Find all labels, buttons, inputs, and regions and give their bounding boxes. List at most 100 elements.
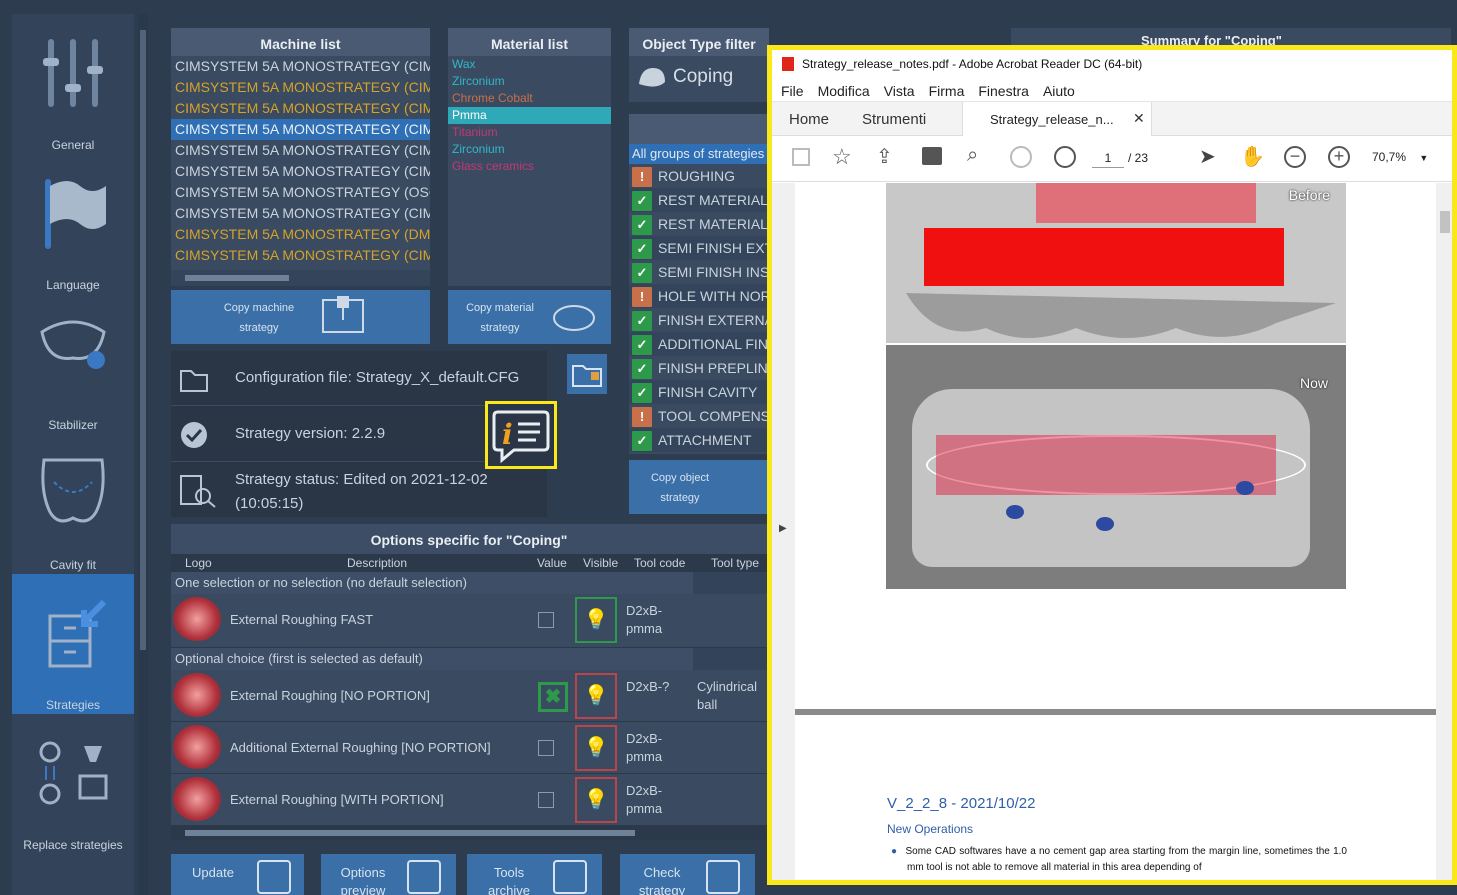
hand-icon[interactable]: ✋ [1240, 144, 1265, 169]
copy-object-strategy-button[interactable]: Copy object strategy [629, 460, 769, 514]
bottom-button[interactable]: Options preview [321, 854, 456, 895]
bottom-button[interactable]: Tools archive [467, 854, 602, 895]
bottom-button[interactable]: Update [171, 854, 304, 895]
machine-list-item[interactable]: CIMSYSTEM 5A MONOSTRATEGY (DM [171, 224, 430, 245]
tab-tools[interactable]: Strumenti [862, 111, 926, 128]
groups-panel: All groups of strategies ! ROUGHING ✓ REST … [629, 114, 769, 454]
group-item[interactable]: ✓ ADDITIONAL FINI [629, 332, 769, 356]
group-item[interactable]: ✓ FINISH CAVITY [629, 380, 769, 404]
menu-item[interactable]: Modifica [818, 78, 870, 104]
machine-list-item[interactable]: CIMSYSTEM 5A MONOSTRATEGY (CIM [171, 161, 430, 182]
config-file-text: Configuration file: Strategy_X_default.C… [235, 369, 520, 386]
zoom-search-icon[interactable]: ⌕ [967, 144, 978, 167]
menu-item[interactable]: File [781, 78, 804, 104]
visibility-bulb-icon[interactable]: 💡 [575, 597, 617, 643]
tab-home[interactable]: Home [789, 111, 829, 128]
cavity-icon [41, 458, 105, 523]
machine-list-item[interactable]: CIMSYSTEM 5A MONOSTRATEGY (CIM [171, 203, 430, 224]
visibility-bulb-icon[interactable]: 💡 [575, 777, 617, 823]
zoom-in-icon[interactable]: + [1328, 146, 1350, 168]
machine-list-item[interactable]: CIMSYSTEM 5A MONOSTRATEGY (CIM [171, 77, 430, 98]
next-page-icon[interactable] [1054, 146, 1076, 168]
group-item[interactable]: ✓ ATTACHMENT [629, 428, 769, 452]
group-item[interactable]: ! ROUGHING [629, 164, 769, 188]
option-row[interactable]: External Roughing FAST 💡 D2xB-pmma [171, 594, 767, 648]
option-row[interactable]: External Roughing [WITH PORTION] 💡 D2xB-pm… [171, 774, 767, 826]
group-item[interactable]: ! HOLE WITH NORI [629, 284, 769, 308]
material-list-item[interactable]: Titanium [448, 124, 611, 141]
prev-page-icon[interactable] [1010, 146, 1032, 168]
acrobat-menubar: File Modifica Vista Firma Finestra Aiuto [772, 78, 1452, 102]
visibility-bulb-icon[interactable]: 💡 [575, 725, 617, 771]
machine-list-item[interactable]: CIMSYSTEM 5A MONOSTRATEGY (CIM [171, 140, 430, 161]
option-row[interactable]: External Roughing [NO PORTION] ✖ 💡 D2xB-? Cy… [171, 670, 767, 722]
group-item[interactable]: ✓ FINISH EXTERNAL [629, 308, 769, 332]
star-icon[interactable]: ☆ [832, 144, 852, 170]
document-viewport[interactable]: ▶ Before Now V_2_2_8 - 2021/10/22 New Op… [772, 183, 1452, 880]
option-row[interactable]: Additional External Roughing [NO PORTION… [171, 722, 767, 774]
group-item[interactable]: ! TOOL COMPENSA [629, 404, 769, 428]
close-tab-icon[interactable]: ✕ [1133, 110, 1145, 127]
checked-box-icon[interactable]: ✖ [538, 682, 568, 712]
menu-item[interactable]: Vista [884, 78, 915, 104]
zoom-select[interactable]: 70,7% ▼ [1372, 150, 1432, 164]
options-hscroll[interactable] [171, 826, 767, 840]
left-nav-pane[interactable]: ▶ [772, 183, 795, 880]
zoom-out-icon[interactable]: − [1284, 146, 1306, 168]
checkbox[interactable] [538, 792, 554, 808]
before-image: Before [886, 183, 1346, 343]
machine-list-item[interactable]: CIMSYSTEM 5A MONOSTRATEGY (CIM [171, 119, 430, 140]
checkbox[interactable] [538, 612, 554, 628]
material-list-item[interactable]: Zirconium [448, 141, 611, 158]
material-list-item[interactable]: Pmma [448, 107, 611, 124]
acrobat-window[interactable]: Strategy_release_notes.pdf - Adobe Acrob… [767, 45, 1457, 885]
machine-list-item[interactable]: CIMSYSTEM 5A MONOSTRATEGY (CIM [171, 98, 430, 119]
before-label: Before [1288, 187, 1330, 203]
release-notes-button[interactable]: i [485, 401, 557, 469]
group-item[interactable]: ✓ SEMI FINISH EXTE [629, 236, 769, 260]
copy-machine-strategy-button[interactable]: Copy machine strategy [171, 290, 430, 344]
group-item[interactable]: ✓ REST MATERIAL IN [629, 212, 769, 236]
upload-icon[interactable]: ⇪ [876, 144, 893, 169]
bottom-button[interactable]: Check strategy [620, 854, 755, 895]
group-item[interactable]: ✓ REST MATERIAL E [629, 188, 769, 212]
button-icon [553, 860, 587, 894]
expand-icon: ▶ [779, 523, 787, 534]
sidebar-scrollbar[interactable] [138, 14, 148, 895]
tool-thumbnail [173, 673, 221, 717]
group-item[interactable]: ✓ FINISH PREPLINE [629, 356, 769, 380]
machine-list-item[interactable]: CIMSYSTEM 5A MONOSTRATEGY (OSC [171, 182, 430, 203]
pdf-icon [782, 57, 794, 71]
sidebar-item-replace-strategies[interactable]: Replace strategies [12, 714, 134, 854]
machine-list-hscroll[interactable] [171, 270, 430, 286]
copy-material-strategy-button[interactable]: Copy material strategy [448, 290, 611, 344]
page-count: / 23 [1128, 151, 1149, 165]
open-folder-button[interactable] [567, 354, 607, 394]
visibility-bulb-icon[interactable]: 💡 [575, 673, 617, 719]
sidebar-label: Language [46, 278, 100, 292]
sidebar-item-cavity-fit[interactable]: Cavity fit [12, 434, 134, 574]
doc-scrollbar[interactable] [1436, 183, 1452, 880]
sidebar-item-strategies[interactable]: Strategies [12, 574, 134, 714]
print-icon[interactable] [922, 147, 942, 165]
material-list-item[interactable]: Zirconium [448, 73, 611, 90]
machine-list-item[interactable]: CIMSYSTEM 5A MONOSTRATEGY (CIM [171, 56, 430, 77]
checkbox[interactable] [538, 740, 554, 756]
save-icon[interactable] [792, 148, 810, 166]
material-list-item[interactable]: Glass ceramics [448, 158, 611, 175]
menu-item[interactable]: Firma [929, 78, 965, 104]
page-input[interactable]: 1 [1092, 148, 1124, 168]
now-label: Now [1299, 375, 1328, 391]
machine-list-item[interactable]: CIMSYSTEM 5A MONOSTRATEGY (CIM [171, 245, 430, 266]
sidebar-item-stabilizer[interactable]: Stabilizer [12, 294, 134, 434]
group-item[interactable]: ✓ SEMI FINISH INSI [629, 260, 769, 284]
tab-document[interactable]: Strategy_release_n... ✕ [962, 102, 1152, 136]
material-list-item[interactable]: Wax [448, 56, 611, 73]
sidebar-item-language[interactable]: Language [12, 154, 134, 294]
object-type-selector[interactable]: Coping [629, 56, 769, 102]
sidebar-item-general[interactable]: General [12, 14, 134, 154]
menu-item[interactable]: Finestra [978, 78, 1029, 104]
select-cursor-icon[interactable]: ➤ [1199, 144, 1216, 169]
menu-item[interactable]: Aiuto [1043, 78, 1075, 104]
material-list-item[interactable]: Chrome Cobalt [448, 90, 611, 107]
